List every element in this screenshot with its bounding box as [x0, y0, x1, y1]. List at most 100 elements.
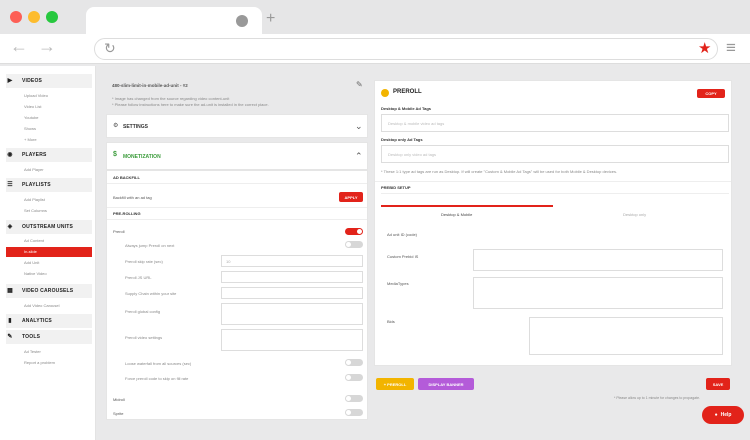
- preroll-title: PREROLL: [393, 89, 422, 95]
- new-tab-button[interactable]: +: [266, 10, 275, 28]
- sidebar-item-video-list[interactable]: Video List: [24, 104, 42, 109]
- skip-rate-input[interactable]: 10: [221, 255, 363, 267]
- monetization-label: MONETIZATION: [123, 154, 161, 160]
- outstream-icon: ◈: [7, 224, 13, 230]
- footer-note: * Please allow up to 1 minute for change…: [614, 396, 700, 400]
- preroll-panel: PREROLL COPY Desktop & Mobile Ad Tags De…: [374, 80, 732, 366]
- force-preroll-toggle[interactable]: [345, 374, 363, 381]
- always-jump-label: Always jump Preroll on next: [125, 243, 175, 248]
- browser-menu-icon[interactable]: ≡: [726, 38, 736, 58]
- custom-prebid-textarea[interactable]: [473, 249, 723, 271]
- media-types-textarea[interactable]: [473, 277, 723, 309]
- edit-pencil-icon[interactable]: ✎: [356, 80, 363, 89]
- bookmark-star-icon[interactable]: ★: [698, 39, 711, 57]
- divider: [107, 219, 367, 220]
- bids-label: Bids: [387, 319, 395, 324]
- preroll-dot-icon: [381, 89, 389, 97]
- reload-icon[interactable]: ↻: [104, 40, 116, 57]
- sprite-toggle[interactable]: [345, 409, 363, 416]
- sidebar-section-outstream-units[interactable]: ◈ OUTSTREAM UNITS: [6, 220, 92, 234]
- global-config-textarea[interactable]: [221, 303, 363, 325]
- tools-icon: ✎: [7, 334, 13, 340]
- active-tab-indicator: [381, 205, 553, 207]
- custom-prebid-label: Custom Prebid IS: [387, 254, 419, 259]
- preroll-js-url-input[interactable]: [221, 271, 363, 283]
- sidebar-item-ad-tester[interactable]: Ad Tester: [24, 349, 41, 354]
- analytics-icon: ▮: [8, 318, 12, 324]
- sidebar-section-tools[interactable]: ✎ TOOLS: [6, 330, 92, 344]
- desktop-only-tags-input[interactable]: Desktop only video ad tags: [381, 145, 729, 163]
- chevron-up-icon: ⌃: [355, 151, 363, 161]
- playlist-icon: ☰: [7, 182, 13, 188]
- sidebar-item-add-unit[interactable]: Add Unit: [24, 260, 39, 265]
- address-bar[interactable]: [94, 38, 718, 60]
- loose-waterfall-toggle[interactable]: [345, 359, 363, 366]
- save-button[interactable]: SAVE: [706, 378, 730, 390]
- sidebar-item-add-player[interactable]: Add Player: [24, 167, 44, 172]
- supply-chain-label: Supply Chain within your site: [125, 291, 177, 296]
- close-window-button[interactable]: [10, 11, 22, 23]
- backfill-row-label: Backfill with an ad tag: [113, 195, 152, 200]
- player-icon: ◉: [7, 152, 13, 158]
- tab-close-icon[interactable]: [236, 15, 248, 27]
- tab-desktop-only[interactable]: Desktop only: [623, 212, 646, 217]
- sidebar-item-shows[interactable]: Shows: [24, 126, 36, 131]
- unit-title: 480-slim-limit-in-mobile-ad-unit - #2: [112, 83, 188, 88]
- sidebar-section-analytics[interactable]: ▮ ANALYTICS: [6, 314, 92, 328]
- sidebar-item-more[interactable]: + More: [24, 137, 37, 142]
- desktop-mobile-tags-label: Desktop & Mobile Ad Tags: [381, 106, 432, 111]
- minimize-window-button[interactable]: [28, 11, 40, 23]
- sidebar-section-players[interactable]: ◉ PLAYERS: [6, 148, 92, 162]
- sidebar-section-video-carousels[interactable]: ▦ VIDEO CAROUSELS: [6, 284, 92, 298]
- loose-waterfall-label: Loose waterfall from all sources (sec): [125, 361, 192, 366]
- sidebar-item-ad-content[interactable]: Ad Content: [24, 238, 44, 243]
- sidebar-item-add-playlist[interactable]: Add Playlist: [24, 197, 45, 202]
- video-settings-textarea[interactable]: [221, 329, 363, 351]
- midroll-toggle[interactable]: [345, 395, 363, 402]
- forward-arrow-icon[interactable]: →: [38, 36, 56, 57]
- unit-note-2: * Please follow instructions here to mak…: [112, 102, 269, 107]
- ad-backfill-label: AD BACKFILL: [113, 175, 140, 180]
- copy-button[interactable]: COPY: [697, 89, 725, 98]
- display-banner-button[interactable]: DISPLAY BANNER: [418, 378, 474, 390]
- supply-chain-input[interactable]: [221, 287, 363, 299]
- sidebar-item-in-slide[interactable]: In-slide: [6, 247, 92, 257]
- carousel-icon: ▦: [7, 288, 13, 294]
- divider: [107, 183, 367, 184]
- unit-note-1: * Image has changed from the source rega…: [112, 96, 230, 101]
- prebid-setup-label: PREBID SETUP: [381, 185, 411, 190]
- skip-rate-label: Preroll skip rate (sec): [125, 259, 163, 264]
- force-preroll-label: Force preroll code to skip on fill rate: [125, 376, 189, 381]
- tab-desktop-mobile[interactable]: Desktop & Mobile: [441, 212, 472, 217]
- divider: [381, 193, 729, 194]
- add-preroll-button[interactable]: + PREROLL: [376, 378, 414, 390]
- always-jump-toggle[interactable]: [345, 241, 363, 248]
- sidebar-section-playlists[interactable]: ☰ PLAYLISTS: [6, 178, 92, 192]
- media-types-label: MediaTypes: [387, 281, 409, 286]
- preroll-toggle[interactable]: [345, 228, 363, 235]
- monetization-panel-header[interactable]: $ MONETIZATION ⌃: [106, 142, 368, 170]
- sidebar-item-upload-video[interactable]: Upload Video: [24, 93, 48, 98]
- video-icon: ▶: [7, 78, 13, 84]
- help-button[interactable]: ● Help: [702, 406, 744, 424]
- desktop-only-tags-label: Desktop only Ad Tags: [381, 137, 423, 142]
- apply-button[interactable]: APPLY: [339, 192, 363, 202]
- maximize-window-button[interactable]: [46, 11, 58, 23]
- preroll-js-url-label: Preroll JS URL: [125, 275, 152, 280]
- sidebar-item-report-problem[interactable]: Report a problem: [24, 360, 55, 365]
- settings-panel-header[interactable]: ⚙ SETTINGS ⌄: [106, 114, 368, 138]
- sidebar-item-set-columns[interactable]: Set Columns: [24, 208, 47, 213]
- sidebar-item-youtube[interactable]: Youtube: [24, 115, 39, 120]
- preroll-label: Preroll: [113, 229, 125, 234]
- bids-textarea[interactable]: [529, 317, 723, 355]
- pre-rolling-label: PRE-ROLLING: [113, 211, 141, 216]
- sidebar-section-videos[interactable]: ▶ VIDEOS: [6, 74, 92, 88]
- back-arrow-icon[interactable]: ←: [10, 36, 28, 57]
- sprite-label: Sprite: [113, 411, 124, 416]
- monetization-panel: AD BACKFILL Backfill with an ad tag APPL…: [106, 170, 368, 420]
- gear-icon: ⚙: [113, 123, 119, 129]
- sidebar-item-add-video-carousel[interactable]: Add Video Carousel: [24, 303, 60, 308]
- sidebar-item-native-video[interactable]: Native Video: [24, 271, 47, 276]
- midroll-label: Midroll: [113, 397, 125, 402]
- desktop-mobile-tags-input[interactable]: Desktop & mobile video ad tags: [381, 114, 729, 132]
